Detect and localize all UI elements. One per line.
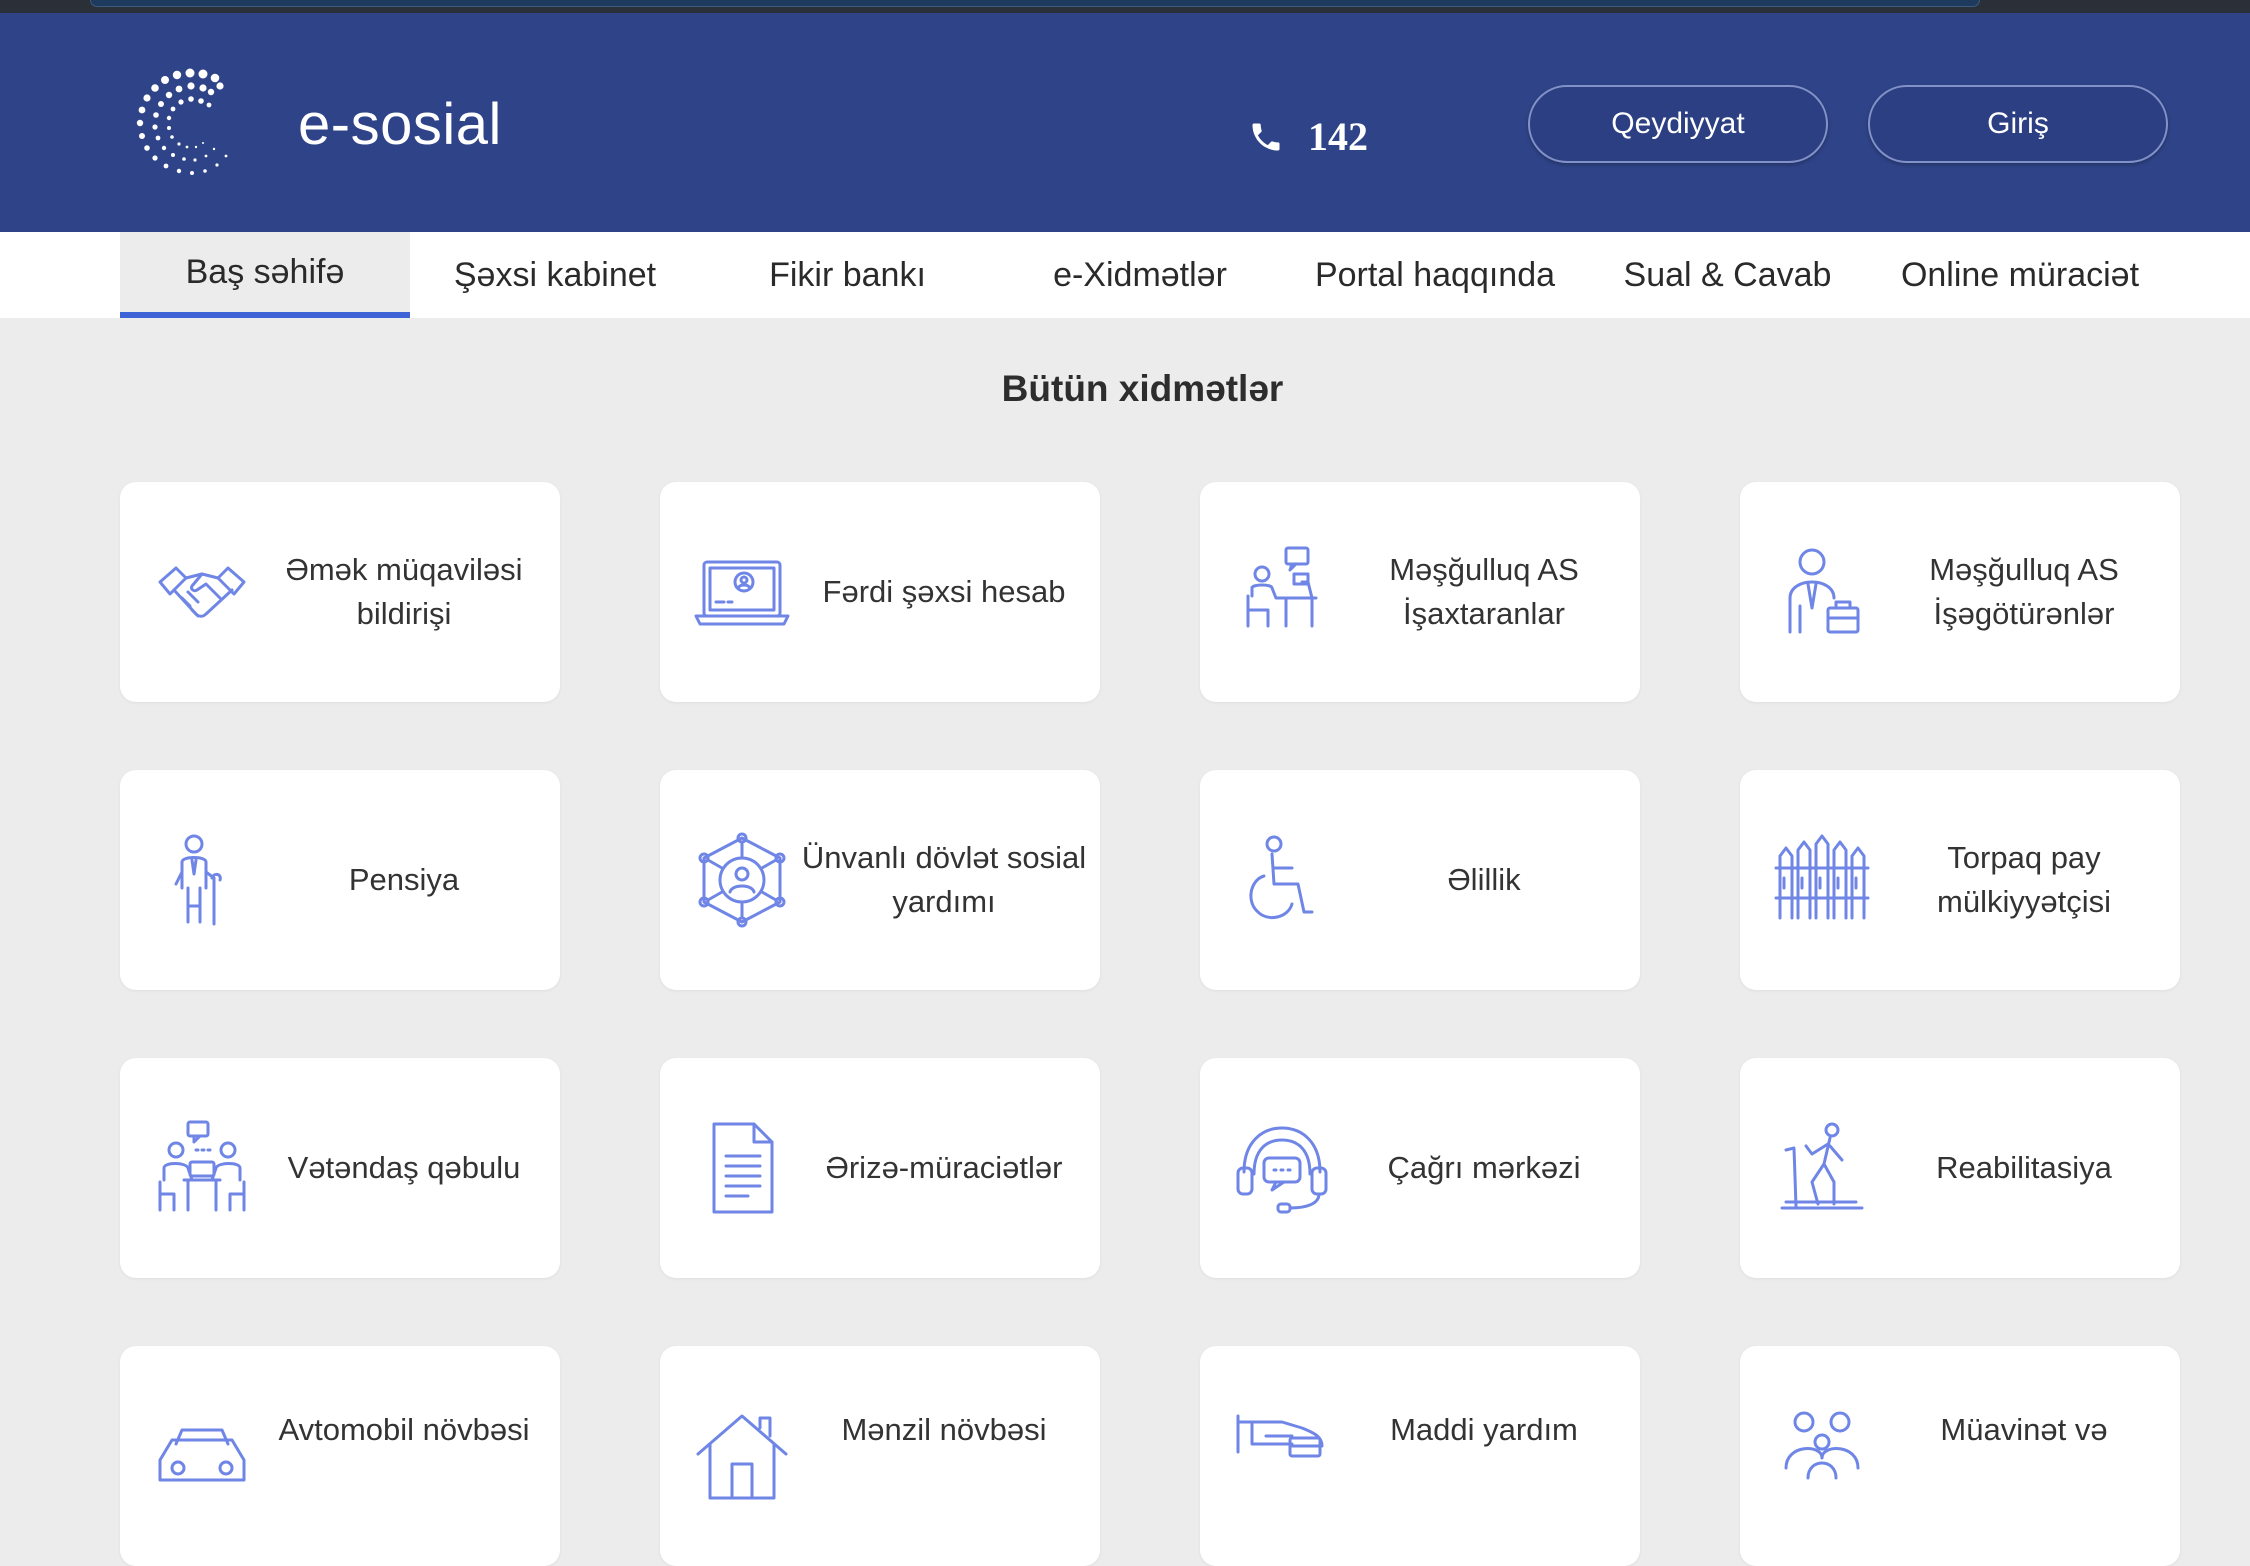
service-card-call-center[interactable]: Çağrı mərkəzi: [1200, 1058, 1640, 1278]
service-label: Pensiya: [348, 862, 460, 897]
login-button[interactable]: Giriş: [1868, 85, 2168, 163]
rehabilitation-treadmill-icon: [1780, 1122, 1864, 1210]
document-icon: [712, 1122, 774, 1214]
call-center-headset-icon: [1236, 1126, 1328, 1214]
service-label: Mənzil növbəsi: [841, 1412, 1047, 1447]
service-label: Ərizə-müraciətlər: [825, 1150, 1063, 1185]
nav-about-portal[interactable]: Portal haqqında: [1285, 232, 1585, 318]
phone-icon: [1252, 123, 1280, 150]
service-label: Ünvanlı dövlət sosial yardımı: [801, 840, 1087, 919]
laptop-account-icon: [694, 560, 790, 626]
service-card-personal-account[interactable]: Fərdi şəxsi hesab: [660, 482, 1100, 702]
service-label: Fərdi şəxsi hesab: [822, 574, 1066, 609]
nav-idea-bank[interactable]: Fikir bankı: [700, 232, 995, 318]
social-network-icon: [698, 832, 786, 928]
wheelchair-icon: [1249, 835, 1314, 920]
service-card-pension[interactable]: Pensiya: [120, 770, 560, 990]
house-icon: [696, 1414, 788, 1500]
brand-name[interactable]: e-sosial: [298, 91, 502, 158]
nav-home[interactable]: Baş səhifə: [120, 232, 410, 318]
service-label: Reabilitasiya: [1936, 1150, 2112, 1185]
nav-personal-cabinet[interactable]: Şəxsi kabinet: [410, 232, 700, 318]
hotline[interactable]: 142: [1248, 113, 1368, 160]
fence-icon: [1774, 834, 1870, 920]
register-button[interactable]: Qeydiyyat: [1528, 85, 1828, 163]
main-navigation: Baş səhifə Şəxsi kabinet Fikir bankı e-X…: [0, 232, 2250, 318]
family-icon: [1784, 1411, 1860, 1480]
browser-address-bar[interactable]: [90, 0, 1980, 7]
nav-e-services[interactable]: e-Xidmətlər: [995, 232, 1285, 318]
service-label: Avtomobil növbəsi: [278, 1412, 530, 1447]
hand-money-icon: [1236, 1414, 1324, 1458]
employer-briefcase-icon: [1788, 548, 1860, 634]
service-card-disability[interactable]: Əlillik: [1200, 770, 1640, 990]
service-label: Torpaq pay mülkiyyətçisi: [1937, 840, 2111, 919]
reception-meeting-icon: [158, 1120, 246, 1212]
car-icon: [158, 1428, 246, 1482]
browser-chrome-strip: [0, 0, 2250, 13]
site-header: e-sosial 142 Qeydiyyat Giriş: [0, 13, 2250, 232]
nav-faq[interactable]: Sual & Cavab: [1585, 232, 1870, 318]
service-label: Çağrı mərkəzi: [1387, 1150, 1581, 1185]
service-card-financial-aid[interactable]: Maddi yardım: [1200, 1346, 1640, 1566]
service-card-benefits[interactable]: Müavinət və: [1740, 1346, 2180, 1566]
service-card-rehabilitation[interactable]: Reabilitasiya: [1740, 1058, 2180, 1278]
service-card-applications[interactable]: Ərizə-müraciətlər: [660, 1058, 1100, 1278]
service-card-social-assistance[interactable]: Ünvanlı dövlət sosial yardımı: [660, 770, 1100, 990]
job-seeker-desk-icon: [1246, 546, 1318, 628]
service-label: Məşğulluq AS İşaxtaranlar: [1389, 552, 1579, 631]
section-title: Bütün xidmətlər: [1001, 368, 1284, 409]
service-card-car-queue[interactable]: Avtomobil növbəsi: [120, 1346, 560, 1566]
service-label: Vətəndaş qəbulu: [287, 1150, 521, 1185]
e-sosial-logo[interactable]: [125, 58, 255, 188]
service-label: Məşğulluq AS İşəgötürənlər: [1929, 552, 2119, 631]
service-card-employers[interactable]: Məşğulluq AS İşəgötürənlər: [1740, 482, 2180, 702]
service-label: Maddi yardım: [1390, 1412, 1578, 1447]
elderly-person-icon: [174, 834, 222, 926]
service-label: Əlillik: [1447, 862, 1521, 897]
service-label: Müavinət və: [1940, 1412, 2108, 1447]
service-card-land-owner[interactable]: Torpaq pay mülkiyyətçisi: [1740, 770, 2180, 990]
service-card-housing-queue[interactable]: Mənzil növbəsi: [660, 1346, 1100, 1566]
hotline-number: 142: [1308, 114, 1368, 159]
service-card-job-seekers[interactable]: Məşğulluq AS İşaxtaranlar: [1200, 482, 1640, 702]
service-label: Əmək müqaviləsi bildirişi: [285, 552, 523, 631]
nav-online-application[interactable]: Online müraciət: [1870, 232, 2170, 318]
service-card-employment-contract[interactable]: Əmək müqaviləsi bildirişi: [120, 482, 560, 702]
service-card-citizen-reception[interactable]: Vətəndaş qəbulu: [120, 1058, 560, 1278]
handshake-icon: [158, 566, 246, 618]
